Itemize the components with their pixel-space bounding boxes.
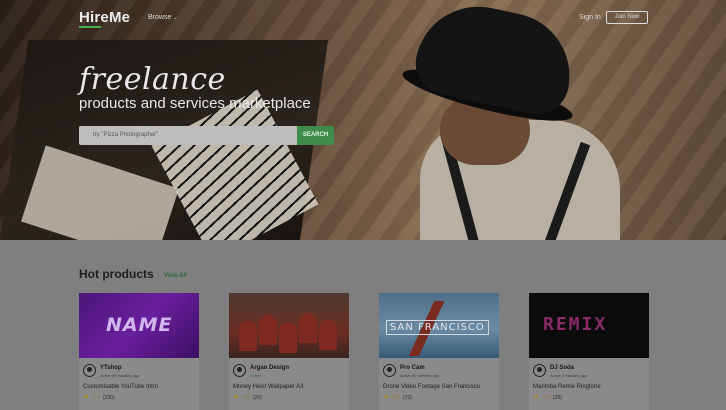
seller-status: Active 59 minutes ago (400, 373, 440, 378)
rating-count: (230) (103, 395, 115, 401)
seller-name[interactable]: DJ Soda (550, 365, 574, 371)
logo[interactable]: HireMe (79, 9, 131, 28)
chevron-down-icon: ⌄ (173, 15, 178, 21)
user-avatar-icon[interactable] (83, 364, 96, 377)
seller-name[interactable]: YTshop (100, 365, 122, 371)
user-avatar-icon[interactable] (533, 364, 546, 377)
star-icon: ★ (383, 394, 390, 401)
thumbnail-figure (299, 313, 317, 343)
user-avatar-icon[interactable] (383, 364, 396, 377)
logo-text: HireMe (79, 9, 131, 26)
thumbnail-text: NAME (106, 314, 173, 336)
thumbnail-figure (239, 321, 257, 351)
thumbnail-text: REMIX (543, 314, 608, 335)
seller-name[interactable]: Pro Cam (400, 365, 425, 371)
rating-count: (20) (553, 395, 562, 401)
product-title[interactable]: Drone Video Footage San Francisco (383, 384, 480, 390)
rating-value: 5.0 (543, 395, 550, 401)
join-now-button[interactable]: Join Now (606, 11, 648, 24)
search-input[interactable]: try "Pizza Photographer" (79, 126, 297, 145)
seller-status: Active 59 minutes ago (100, 373, 140, 378)
product-thumbnail[interactable]: REMIX (529, 293, 649, 358)
star-icon: ★ (233, 394, 240, 401)
sign-in-link[interactable]: Sign In (579, 14, 601, 21)
thumbnail-figure (279, 323, 297, 353)
hero-tagline-script: freelance (79, 62, 226, 97)
rating-value: 5.0 (93, 395, 100, 401)
rating-count: (70) (403, 395, 412, 401)
product-card[interactable]: SAN FRANCISCO Pro Cam Active 59 minutes … (379, 293, 499, 410)
product-title[interactable]: Customisable YouTube Intro (83, 384, 158, 390)
seller-status: Online (250, 373, 262, 378)
star-icon: ★ (83, 394, 90, 401)
product-title[interactable]: Money Heist Wallpaper A3 (233, 384, 303, 390)
product-thumbnail[interactable] (229, 293, 349, 358)
browse-label: Browse (148, 14, 172, 21)
thumbnail-text: SAN FRANCISCO (386, 320, 489, 335)
thumbnail-figure (319, 320, 337, 350)
thumbnail-figure (259, 315, 277, 345)
rating-value: 5.0 (243, 395, 250, 401)
hero-tagline: products and services marketplace (79, 95, 311, 112)
rating-value: 5.0 (393, 395, 400, 401)
browse-menu[interactable]: Browse ⌄ (148, 14, 178, 21)
product-title[interactable]: Marimba Remix Ringtone (533, 384, 601, 390)
seller-status: Active 2 minutes ago (550, 373, 588, 378)
product-thumbnail[interactable]: SAN FRANCISCO (379, 293, 499, 358)
product-card[interactable]: NAME YTshop Active 59 minutes ago Custom… (79, 293, 199, 410)
user-avatar-icon[interactable] (233, 364, 246, 377)
rating-count: (20) (253, 395, 262, 401)
product-card[interactable]: Argan Design Online Money Heist Wallpape… (229, 293, 349, 410)
view-all-link[interactable]: View All (164, 273, 187, 279)
top-nav: HireMe Browse ⌄ Sign In Join Now (0, 0, 726, 40)
star-icon: ★ (533, 394, 540, 401)
section-title: Hot products (79, 267, 154, 281)
product-thumbnail[interactable]: NAME (79, 293, 199, 358)
search-button[interactable]: SEARCH (297, 126, 334, 145)
product-card[interactable]: REMIX DJ Soda Active 2 minutes ago Marim… (529, 293, 649, 410)
logo-underline (79, 26, 101, 28)
seller-name[interactable]: Argan Design (250, 365, 289, 371)
